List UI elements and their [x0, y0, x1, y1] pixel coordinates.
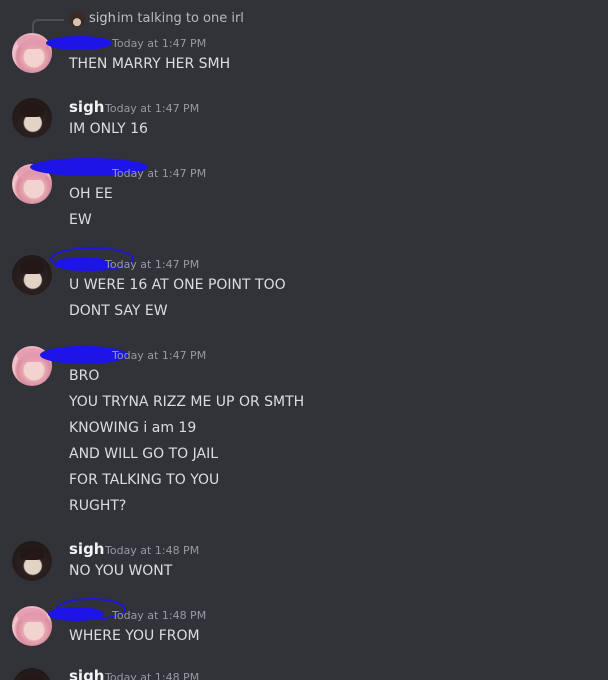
- message-line: IM ONLY 16: [69, 121, 148, 137]
- timestamp: Today at 1:48 PM: [105, 544, 200, 557]
- message-line: FOR TALKING TO YOU: [69, 472, 220, 488]
- reply-avatar-icon[interactable]: [69, 11, 85, 27]
- username[interactable]: sigh: [69, 539, 105, 559]
- message-line: THEN MARRY HER SMH: [69, 56, 231, 72]
- message-line: DONT SAY EW: [69, 303, 168, 319]
- user-avatar-icon[interactable]: [12, 668, 52, 680]
- message-line: OH EE: [69, 186, 113, 202]
- timestamp: Today at 1:47 PM: [112, 167, 207, 180]
- timestamp: Today at 1:48 PM: [105, 671, 200, 680]
- message-line: NO YOU WONT: [69, 563, 173, 579]
- timestamp: Today at 1:47 PM: [105, 102, 200, 115]
- message-line: RUGHT?: [69, 498, 127, 514]
- message-line: YOU TRYNA RIZZ ME UP OR SMTH: [69, 394, 305, 410]
- timestamp: Today at 1:47 PM: [105, 258, 200, 271]
- user-avatar-icon[interactable]: [12, 541, 52, 581]
- reply-connector: [32, 19, 64, 33]
- user-avatar-icon[interactable]: [12, 98, 52, 138]
- timestamp: Today at 1:47 PM: [112, 349, 207, 362]
- message-line: BRO: [69, 368, 100, 384]
- redaction-scribble: [46, 36, 112, 50]
- username[interactable]: sigh: [69, 97, 105, 117]
- timestamp: Today at 1:48 PM: [112, 609, 207, 622]
- redaction-scribble: [48, 607, 104, 621]
- username[interactable]: sigh: [69, 666, 105, 680]
- user-avatar-icon[interactable]: [12, 606, 52, 646]
- reply-preview[interactable]: sigh im talking to one irl: [0, 0, 608, 36]
- message-line: KNOWING i am 19: [69, 420, 197, 436]
- message-line: WHERE YOU FROM: [69, 628, 200, 644]
- message-line: AND WILL GO TO JAIL: [69, 446, 219, 462]
- user-avatar-icon[interactable]: [12, 255, 52, 295]
- redaction-scribble: [54, 257, 112, 271]
- reply-text[interactable]: im talking to one irl: [117, 10, 244, 28]
- message-line: U WERE 16 AT ONE POINT TOO: [69, 277, 286, 293]
- message-line: EW: [69, 212, 92, 228]
- reply-username[interactable]: sigh: [89, 10, 116, 28]
- timestamp: Today at 1:47 PM: [112, 37, 207, 50]
- user-avatar-icon[interactable]: [12, 33, 52, 73]
